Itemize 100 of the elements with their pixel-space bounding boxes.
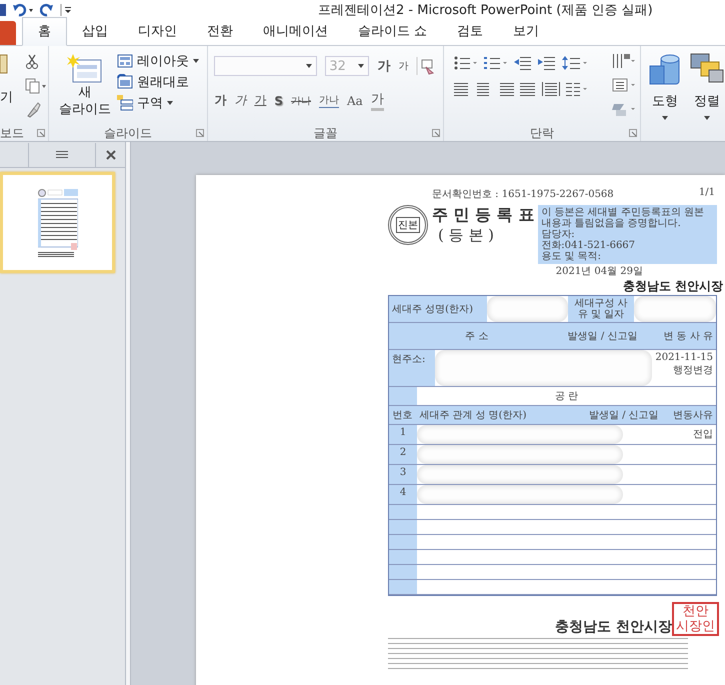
align-right-icon[interactable] (498, 82, 514, 96)
ribbon-tab[interactable]: 홈 (22, 17, 67, 46)
empty-cell (389, 550, 417, 564)
underline-button[interactable]: 가 (254, 92, 266, 109)
slide-menu-button[interactable]: 레이아웃 (116, 52, 199, 70)
clear-format-icon[interactable] (416, 57, 436, 75)
align-center-icon[interactable] (476, 82, 492, 96)
table-cell-text: 번호 (392, 409, 414, 423)
distributed-icon[interactable] (542, 82, 560, 96)
save-icon[interactable] (0, 3, 6, 17)
font-name-field[interactable] (214, 56, 318, 76)
align-left-icon[interactable] (454, 82, 470, 96)
dropdown-arrow-icon (306, 64, 312, 68)
color-button[interactable]: 가 (370, 90, 384, 111)
shadow-button[interactable]: S (274, 94, 283, 108)
redo-icon[interactable] (40, 3, 54, 17)
ribbon-tab[interactable]: 검토 (442, 18, 498, 45)
text-direction-icon[interactable] (612, 52, 636, 70)
dropdown-arrow-icon (662, 116, 668, 120)
stamp-text: 천안 (682, 604, 708, 619)
group-label: 단락 (530, 124, 554, 142)
document-title: 주 민 등 록 표 (432, 205, 534, 226)
bullets-icon[interactable] (454, 56, 478, 70)
brush-icon[interactable] (25, 102, 41, 118)
certificate-line: 담당자: (541, 229, 576, 240)
grow-font-button[interactable]: 가 (377, 57, 390, 75)
dropdown-arrow-icon (192, 59, 199, 63)
ribbon-tab[interactable]: 애니메이션 (248, 18, 343, 45)
italic-button[interactable]: 가 (234, 92, 246, 109)
empty-cell (389, 580, 417, 594)
ribbon-tab[interactable]: 디자인 (123, 18, 192, 45)
justify-icon[interactable] (520, 82, 536, 96)
group-label: 보드 (0, 124, 24, 142)
certificate-line: 용도 및 목적: (541, 251, 602, 262)
table-cell: 현주소: (389, 350, 435, 386)
issuer-name: 충청남도 천안시장 (555, 618, 672, 636)
undo-icon[interactable] (12, 3, 34, 17)
align-text-icon[interactable] (612, 76, 636, 94)
stamp-text: 시장인 (676, 619, 715, 634)
copy-icon[interactable] (25, 78, 47, 94)
scissors-icon[interactable] (25, 54, 39, 70)
empty-cell (389, 520, 417, 534)
table-cell-text: 변동사유 (672, 409, 714, 423)
table-cell-text: 발생일 / 신고일 (588, 409, 660, 423)
customize-icon[interactable] (60, 3, 72, 17)
shrink-font-button[interactable]: 가 (398, 59, 408, 73)
ribbon-button[interactable]: 도형 (647, 52, 683, 120)
certificate-line: 전화:041-521-6667 (541, 240, 636, 251)
slide-thumbnail[interactable] (0, 172, 115, 273)
ribbon-tab[interactable]: 보기 (498, 18, 554, 45)
table-cell: 4 (389, 485, 417, 504)
dropdown-arrow-icon (704, 116, 710, 120)
empty-cell (389, 505, 417, 519)
table-cell-text: 주 소 (464, 330, 490, 344)
strike-button[interactable]: 가나 (291, 94, 311, 108)
new-slide-button[interactable]: 새 슬라이드 (58, 52, 111, 118)
page-number: 1/1 (698, 187, 715, 200)
table-cell-text: 공 란 (554, 390, 580, 404)
dialog-launcher-icon[interactable] (432, 129, 440, 137)
columns-icon[interactable] (566, 82, 588, 96)
case-button[interactable]: Aa (347, 94, 363, 108)
table-cell-text: 변 동 사 유 (662, 330, 714, 344)
line-spacing-icon[interactable] (562, 56, 588, 70)
outline-icon (56, 150, 68, 160)
dialog-launcher-icon[interactable] (629, 129, 637, 137)
spacing-button[interactable]: 가나 (319, 93, 339, 108)
ribbon-tab[interactable]: 삽입 (67, 18, 123, 45)
dialog-launcher-icon[interactable] (36, 129, 45, 137)
table-cell-text: 세대주 관계 (418, 409, 472, 423)
numbering-icon[interactable] (484, 56, 508, 70)
table-cell: 3 (389, 465, 417, 484)
confirmation-number: 문서확인번호 : 1651-1975-2267-0568 (432, 188, 614, 201)
issue-date: 2021년 04월 29일 (556, 265, 643, 278)
group-label: 슬라이드 (104, 124, 152, 142)
slide-menu-button[interactable]: 구역 (116, 94, 199, 112)
layout-icon (116, 53, 133, 69)
ribbon-button[interactable]: 정렬 (689, 52, 725, 120)
empty-cell (389, 565, 417, 579)
section-icon (116, 95, 133, 111)
seal-text: 진본 (396, 217, 420, 233)
increase-indent-icon[interactable] (538, 56, 556, 70)
slide-menu-button[interactable]: 원래대로 (116, 73, 199, 91)
table-cell: 세대주 성명(한자) (389, 296, 487, 322)
dialog-launcher-icon[interactable] (196, 129, 204, 137)
ribbon-tab[interactable]: 전환 (192, 18, 248, 45)
reset-icon (116, 74, 133, 90)
decrease-indent-icon[interactable] (514, 56, 532, 70)
dropdown-arrow-icon (358, 64, 364, 68)
group-label: 글꼴 (313, 124, 338, 142)
table-cell: 1 (389, 425, 417, 444)
table-cell-text: 전입 (692, 428, 714, 442)
certificate-statement: 이 등본은 세대별 주민등록표의 원본 내용과 틀림없음을 증명합니다. (541, 207, 705, 229)
paste-button[interactable]: 기 (0, 88, 13, 106)
table-cell: 2021-11-15 (655, 352, 713, 363)
close-icon[interactable] (106, 150, 116, 160)
dropdown-arrow-icon (166, 101, 173, 105)
table-cell-text: 성 명(한자) (474, 409, 528, 423)
ribbon-tab[interactable]: 슬라이드 쇼 (343, 18, 442, 45)
clipboard-icon[interactable] (0, 52, 8, 74)
bold-button[interactable]: 가 (214, 92, 226, 109)
